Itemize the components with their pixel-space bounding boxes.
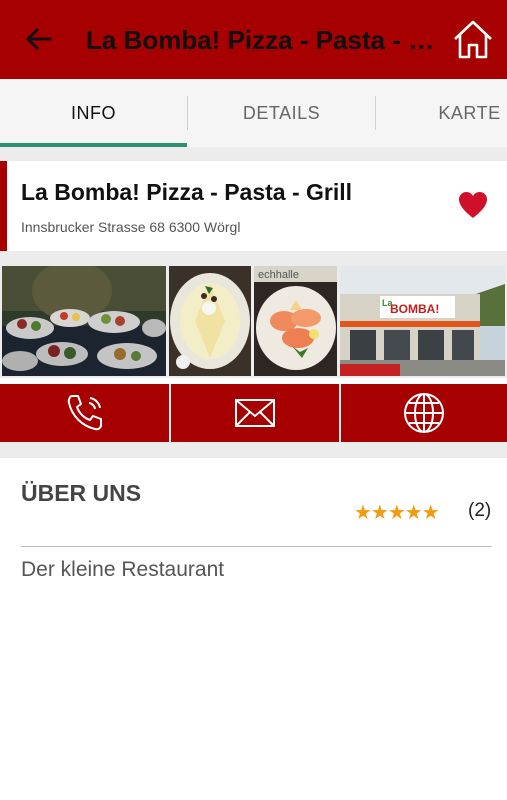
photo-banner-text: echhalle <box>258 269 299 281</box>
home-icon <box>454 20 492 59</box>
website-button[interactable] <box>341 384 507 442</box>
page-title: La Bomba! Pizza - Pasta - Grill <box>86 25 436 55</box>
tab-info[interactable]: INFO <box>0 79 187 147</box>
arrow-left-icon <box>25 27 52 51</box>
about-description: Der kleine Restaurant <box>21 558 225 581</box>
spacer <box>0 442 507 458</box>
restaurant-exterior-photo: La BOMBA! <box>340 266 505 376</box>
rating-stars[interactable]: ★★★★★ <box>354 500 440 525</box>
home-button[interactable] <box>452 18 494 60</box>
tab-details[interactable]: DETAILS <box>188 79 375 147</box>
back-button[interactable] <box>22 22 56 56</box>
gallery-photo-buffet[interactable] <box>2 266 166 376</box>
app-bar: La Bomba! Pizza - Pasta - Grill <box>0 0 507 79</box>
envelope-icon <box>235 399 275 427</box>
contact-actions <box>0 384 507 442</box>
email-button[interactable] <box>171 384 339 442</box>
tab-bar: INFO DETAILS KARTE <box>0 79 507 147</box>
cheese-plate-photo <box>169 266 251 376</box>
about-heading: ÜBER UNS <box>21 480 142 506</box>
review-count[interactable]: (2) <box>468 500 491 522</box>
photo-gallery: echhalle La BOMBA! <box>0 266 507 378</box>
accent-bar <box>0 161 7 251</box>
restaurant-address: Innsbrucker Strasse 68 6300 Wörgl <box>21 219 241 235</box>
gallery-photo-salmon[interactable]: echhalle <box>254 266 337 376</box>
heart-icon[interactable] <box>458 191 488 219</box>
tab-karte[interactable]: KARTE <box>376 79 507 147</box>
gallery-photo-cheese[interactable] <box>169 266 251 376</box>
globe-icon <box>404 393 444 433</box>
photo-sign: BOMBA! <box>390 302 439 316</box>
call-button[interactable] <box>0 384 169 442</box>
salmon-plate-photo: echhalle <box>254 266 337 376</box>
about-section: ÜBER UNS ★★★★★ (2) Der kleine Restaurant <box>0 458 507 800</box>
phone-icon <box>67 395 102 431</box>
gallery-photo-exterior[interactable]: La BOMBA! <box>340 266 505 376</box>
restaurant-name: La Bomba! Pizza - Pasta - Grill <box>21 179 353 205</box>
buffet-photo <box>2 266 166 376</box>
divider <box>21 546 492 547</box>
restaurant-header-card: La Bomba! Pizza - Pasta - Grill Innsbruc… <box>0 161 507 251</box>
spacer <box>0 251 507 266</box>
spacer <box>0 147 507 161</box>
